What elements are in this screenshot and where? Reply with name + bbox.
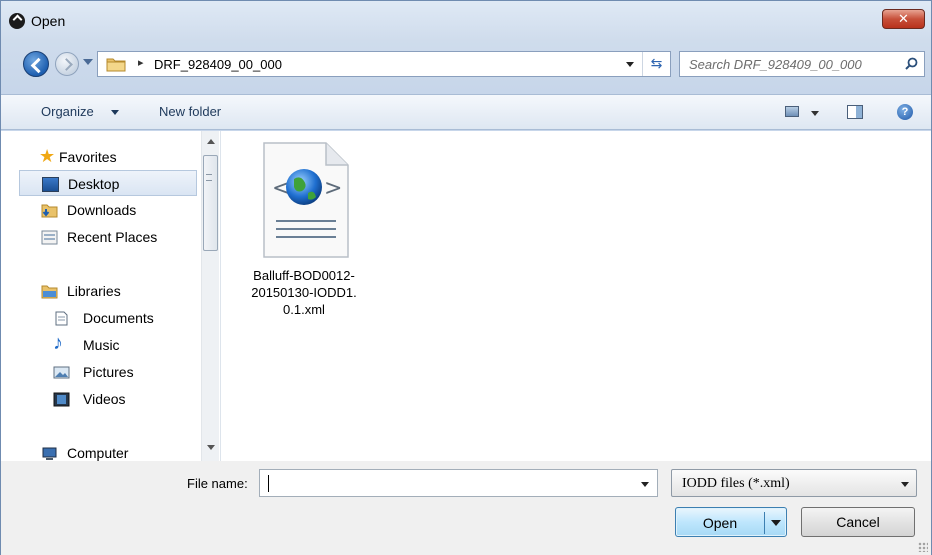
command-bar: Organize New folder ?	[1, 94, 931, 130]
text-caret	[268, 475, 269, 492]
documents-icon	[55, 311, 68, 326]
address-bar[interactable]: ▸ DRF_928409_00_000 ⇆	[97, 51, 671, 77]
navigation-pane: ★ Favorites Desktop Downloads Recent Pla…	[1, 131, 221, 461]
refresh-icon: ⇆	[650, 55, 663, 71]
desktop-icon	[42, 177, 59, 192]
sidebar-item-label: Documents	[83, 310, 154, 326]
music-icon: ♪	[53, 332, 63, 354]
file-name-label: Balluff-BOD0012- 20150130-IODD1. 0.1.xml	[251, 268, 357, 317]
address-dropdown-icon[interactable]	[626, 62, 634, 67]
navigation-scrollbar[interactable]	[201, 131, 219, 461]
pictures-icon	[53, 366, 70, 379]
libraries-icon	[41, 285, 58, 299]
navigation-bar: ▸ DRF_928409_00_000 ⇆ Search DRF_928409_…	[1, 49, 931, 79]
sidebar-item-computer[interactable]: Computer	[1, 440, 201, 461]
app-icon	[9, 13, 25, 29]
sidebar-item-libraries[interactable]: Libraries	[1, 278, 201, 304]
sidebar-item-documents[interactable]: Documents	[1, 305, 201, 331]
file-name-field-label: File name:	[187, 476, 248, 491]
sidebar-item-desktop[interactable]: Desktop	[19, 170, 197, 196]
cancel-button[interactable]: Cancel	[801, 507, 915, 537]
star-icon: ★	[39, 146, 56, 166]
search-placeholder: Search DRF_928409_00_000	[689, 57, 862, 72]
open-options-dropdown-icon[interactable]	[771, 520, 781, 526]
file-item[interactable]: < > Balluff-BOD0012- 20150130-IODD1. 0.1…	[244, 139, 364, 329]
search-icon[interactable]	[905, 57, 918, 70]
preview-pane-icon[interactable]	[847, 105, 863, 119]
sidebar-item-label: Downloads	[67, 202, 137, 218]
file-name-field[interactable]	[259, 469, 658, 497]
search-box[interactable]: Search DRF_928409_00_000	[679, 51, 925, 77]
scrollbar-thumb[interactable]	[203, 155, 218, 251]
sidebar-item-label: Music	[83, 337, 120, 353]
help-icon[interactable]: ?	[897, 104, 913, 120]
organize-button[interactable]: Organize	[41, 104, 94, 119]
svg-text:>: >	[324, 176, 342, 201]
content-area: ★ Favorites Desktop Downloads Recent Pla…	[1, 131, 931, 461]
sidebar-item-label: Pictures	[83, 364, 134, 380]
downloads-folder-icon	[41, 204, 58, 218]
file-type-filter-value: IODD files (*.xml)	[682, 476, 790, 491]
recent-locations-dropdown[interactable]	[83, 59, 93, 65]
scroll-down-icon[interactable]	[207, 445, 215, 450]
sidebar-item-label: Videos	[83, 391, 126, 407]
grip-icon	[206, 174, 212, 181]
file-type-filter[interactable]: IODD files (*.xml)	[671, 469, 917, 497]
xml-globe-file-icon: < >	[263, 142, 349, 258]
title-bar: Open ✕	[1, 1, 931, 41]
breadcrumb-folder[interactable]: DRF_928409_00_000	[154, 57, 282, 72]
sidebar-item-label: Desktop	[68, 176, 120, 192]
window-title: Open	[31, 13, 66, 29]
videos-icon	[53, 392, 70, 407]
close-icon: ✕	[898, 11, 909, 26]
open-file-dialog: Open ✕ ▸ DRF_928409_00_000 ⇆ Search DRF_…	[0, 0, 932, 555]
sidebar-item-label: Computer	[67, 445, 129, 461]
file-name-dropdown-icon[interactable]	[641, 482, 649, 487]
view-options-dropdown-icon[interactable]	[811, 111, 819, 116]
back-button[interactable]	[23, 51, 49, 77]
computer-icon	[42, 447, 57, 460]
chevron-down-icon	[901, 482, 909, 487]
breadcrumb-separator-icon: ▸	[138, 57, 144, 69]
split-divider	[764, 512, 765, 534]
change-view-icon[interactable]	[785, 106, 799, 117]
sidebar-item-label: Libraries	[67, 283, 121, 299]
dialog-footer: File name: IODD files (*.xml) Open Cance…	[1, 461, 931, 555]
sidebar-item-label: Favorites	[59, 149, 117, 165]
sidebar-item-favorites[interactable]: ★ Favorites	[1, 144, 201, 170]
forward-button[interactable]	[55, 52, 79, 76]
sidebar-item-pictures[interactable]: Pictures	[1, 359, 201, 385]
recent-places-icon	[41, 230, 58, 245]
resize-grip-icon[interactable]	[918, 542, 928, 552]
sidebar-item-videos[interactable]: Videos	[1, 386, 201, 412]
open-button[interactable]: Open	[675, 507, 787, 537]
folder-icon	[106, 58, 126, 72]
sidebar-item-music[interactable]: ♪ Music	[1, 332, 201, 358]
sidebar-item-downloads[interactable]: Downloads	[1, 197, 201, 223]
close-button[interactable]: ✕	[882, 9, 925, 29]
refresh-button[interactable]: ⇆	[642, 52, 670, 76]
sidebar-item-label: Recent Places	[67, 229, 158, 245]
open-button-label: Open	[702, 515, 738, 531]
organize-dropdown-icon[interactable]	[111, 110, 119, 115]
scroll-up-icon[interactable]	[207, 139, 215, 144]
sidebar-item-recent-places[interactable]: Recent Places	[1, 224, 201, 250]
new-folder-button[interactable]: New folder	[159, 104, 221, 119]
